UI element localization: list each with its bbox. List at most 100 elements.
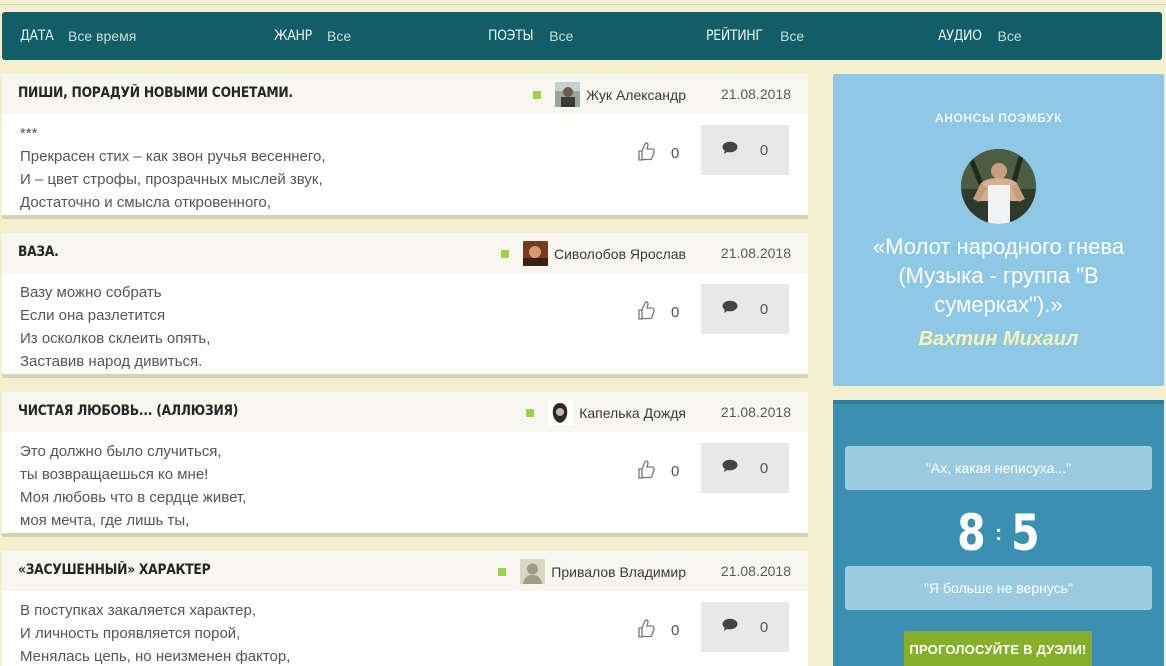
comment-count: 0: [759, 618, 769, 636]
thumbs-up-icon[interactable]: [636, 458, 656, 485]
filter-poets-label: ПОЭТЫ: [488, 28, 534, 44]
poem-line: моя мечта, где лишь ты,: [20, 512, 190, 529]
poem-card-header: ВАЗА. Сиволобов Ярослав 21.08.2018: [2, 233, 808, 273]
poem-date: 21.08.2018: [720, 245, 791, 261]
comment-count: 0: [759, 300, 769, 318]
poem-line: И – цвет строфы, прозрачных мыслей звук,: [20, 171, 323, 188]
duel-score-a: 8: [957, 504, 986, 562]
filter-rating-value[interactable]: Все: [780, 28, 804, 44]
comments-button[interactable]: 0: [701, 284, 789, 334]
like-count: 0: [671, 145, 680, 162]
filter-date[interactable]: ДАТА Все время: [20, 12, 136, 60]
author-name[interactable]: Капелька Дождя: [579, 405, 686, 421]
announce-title[interactable]: «Молот народного гнева (Музыка - группа …: [853, 232, 1144, 319]
speech-bubble-icon: [722, 300, 738, 319]
poem-card-body: В поступках закаляется характер, И лично…: [2, 591, 808, 666]
poem-card-header: «ЗАСУШЕННЫЙ» ХАРАКТЕР Привалов Владимир …: [2, 551, 808, 591]
poem-title[interactable]: ЧИСТАЯ ЛЮБОВЬ... (АЛЛЮЗИЯ): [18, 403, 238, 419]
thumbs-up-icon[interactable]: [636, 299, 656, 326]
like-count: 0: [671, 463, 680, 480]
poem-excerpt[interactable]: *** Прекрасен стих – как звон ручья весе…: [20, 122, 326, 214]
comments-button[interactable]: 0: [701, 443, 789, 493]
filter-genre-value[interactable]: Все: [327, 28, 351, 44]
author-name[interactable]: Сиволобов Ярослав: [554, 246, 686, 262]
poem-line: В поступках закаляется характер,: [20, 602, 257, 619]
poem-title[interactable]: «ЗАСУШЕННЫЙ» ХАРАКТЕР: [18, 562, 211, 578]
filter-date-value[interactable]: Все время: [68, 28, 136, 44]
thumbs-up-icon[interactable]: [636, 617, 656, 644]
poem-line: Менялась цепь, но неизменен фактор,: [20, 648, 291, 665]
author-avatar[interactable]: [555, 82, 581, 107]
poem-line: Из осколков склеить опять,: [20, 330, 211, 347]
author-avatar[interactable]: [548, 400, 574, 425]
online-indicator: [500, 249, 509, 258]
comments-button[interactable]: 0: [701, 602, 789, 652]
poem-author[interactable]: Капелька Дождя: [526, 400, 686, 425]
author-avatar[interactable]: [520, 559, 546, 584]
filter-poets[interactable]: ПОЭТЫ Все: [488, 12, 573, 60]
poem-line: Достаточно и смысла откровенного,: [20, 194, 271, 211]
poem-author[interactable]: Жук Александр: [533, 82, 686, 107]
like-button[interactable]: 0: [636, 458, 679, 485]
like-button[interactable]: 0: [636, 140, 679, 167]
duel-option-a[interactable]: "Ах, какая неписуха...": [845, 446, 1152, 490]
poem-card: ПИШИ, ПОРАДУЙ НОВЫМИ СОНЕТАМИ. Жук Алекс…: [2, 74, 808, 219]
poem-excerpt[interactable]: В поступках закаляется характер, И лично…: [20, 599, 290, 666]
duel-vote-button[interactable]: ПРОГОЛОСУЙТЕ В ДУЭЛИ!: [904, 631, 1092, 666]
comment-count: 0: [759, 459, 769, 477]
duel-score: 8 : 5: [833, 503, 1164, 563]
poem-date: 21.08.2018: [720, 404, 791, 420]
thumbs-up-icon[interactable]: [636, 140, 656, 167]
author-name[interactable]: Жук Александр: [586, 87, 686, 103]
like-button[interactable]: 0: [636, 617, 679, 644]
duel-score-b: 5: [1011, 504, 1040, 562]
poem-line: Это должно было случиться,: [20, 443, 222, 460]
poem-date: 21.08.2018: [720, 563, 791, 579]
poem-author[interactable]: Привалов Владимир: [498, 559, 686, 584]
announce-panel[interactable]: АНОНСЫ ПОЭМБУК «Молот народного гнева (М…: [833, 74, 1164, 386]
online-indicator: [526, 408, 535, 417]
poem-line: Если она разлетится: [20, 307, 166, 324]
top-divider: [0, 4, 1166, 5]
poem-excerpt[interactable]: Вазу можно собрать Если она разлетится И…: [20, 281, 210, 373]
poem-card-body: Это должно было случиться, ты возвращаеш…: [2, 432, 808, 533]
poem-line: ***: [20, 125, 38, 142]
filter-audio[interactable]: АУДИО Все: [938, 12, 1022, 60]
poem-line: Моя любовь что в сердце живет,: [20, 489, 247, 506]
poem-card-header: ПИШИ, ПОРАДУЙ НОВЫМИ СОНЕТАМИ. Жук Алекс…: [2, 74, 808, 114]
announce-avatar[interactable]: [961, 149, 1036, 224]
filter-audio-value[interactable]: Все: [998, 28, 1022, 44]
like-count: 0: [671, 622, 680, 639]
filter-poets-value[interactable]: Все: [549, 28, 573, 44]
filter-date-label: ДАТА: [20, 28, 54, 44]
poem-line: Прекрасен стих – как звон ручья весеннег…: [20, 148, 326, 165]
filter-rating[interactable]: РЕЙТИНГ Все: [706, 12, 804, 60]
poem-author[interactable]: Сиволобов Ярослав: [500, 241, 686, 266]
duel-option-b[interactable]: "Я больше не вернусь": [845, 566, 1152, 610]
filter-rating-label: РЕЙТИНГ: [706, 28, 763, 44]
filter-audio-label: АУДИО: [938, 28, 982, 44]
poem-card-body: *** Прекрасен стих – как звон ручья весе…: [2, 114, 808, 215]
like-button[interactable]: 0: [636, 299, 679, 326]
duel-score-separator: :: [994, 520, 1003, 545]
poem-card-body: Вазу можно собрать Если она разлетится И…: [2, 273, 808, 374]
comments-button[interactable]: 0: [701, 125, 789, 175]
comment-count: 0: [759, 141, 769, 159]
duel-top-band: [833, 400, 1164, 404]
filter-genre-label: ЖАНР: [274, 28, 312, 44]
online-indicator: [498, 567, 507, 576]
poem-card: «ЗАСУШЕННЫЙ» ХАРАКТЕР Привалов Владимир …: [2, 551, 808, 666]
poem-date: 21.08.2018: [720, 86, 791, 102]
poem-card-header: ЧИСТАЯ ЛЮБОВЬ... (АЛЛЮЗИЯ) Капелька Дожд…: [2, 392, 808, 432]
poem-line: И личность проявляется порой,: [20, 625, 241, 642]
author-name[interactable]: Привалов Владимир: [551, 564, 686, 580]
filter-genre[interactable]: ЖАНР Все: [274, 12, 351, 60]
poem-title[interactable]: ПИШИ, ПОРАДУЙ НОВЫМИ СОНЕТАМИ.: [18, 85, 293, 101]
poem-card: ЧИСТАЯ ЛЮБОВЬ... (АЛЛЮЗИЯ) Капелька Дожд…: [2, 392, 808, 537]
online-indicator: [533, 90, 542, 99]
poem-excerpt[interactable]: Это должно было случиться, ты возвращаеш…: [20, 440, 246, 532]
poem-line: Заставив народ дивиться.: [20, 353, 203, 370]
announce-author[interactable]: Вахтин Михаил: [833, 328, 1164, 351]
author-avatar[interactable]: [522, 241, 548, 266]
poem-title[interactable]: ВАЗА.: [18, 244, 59, 260]
